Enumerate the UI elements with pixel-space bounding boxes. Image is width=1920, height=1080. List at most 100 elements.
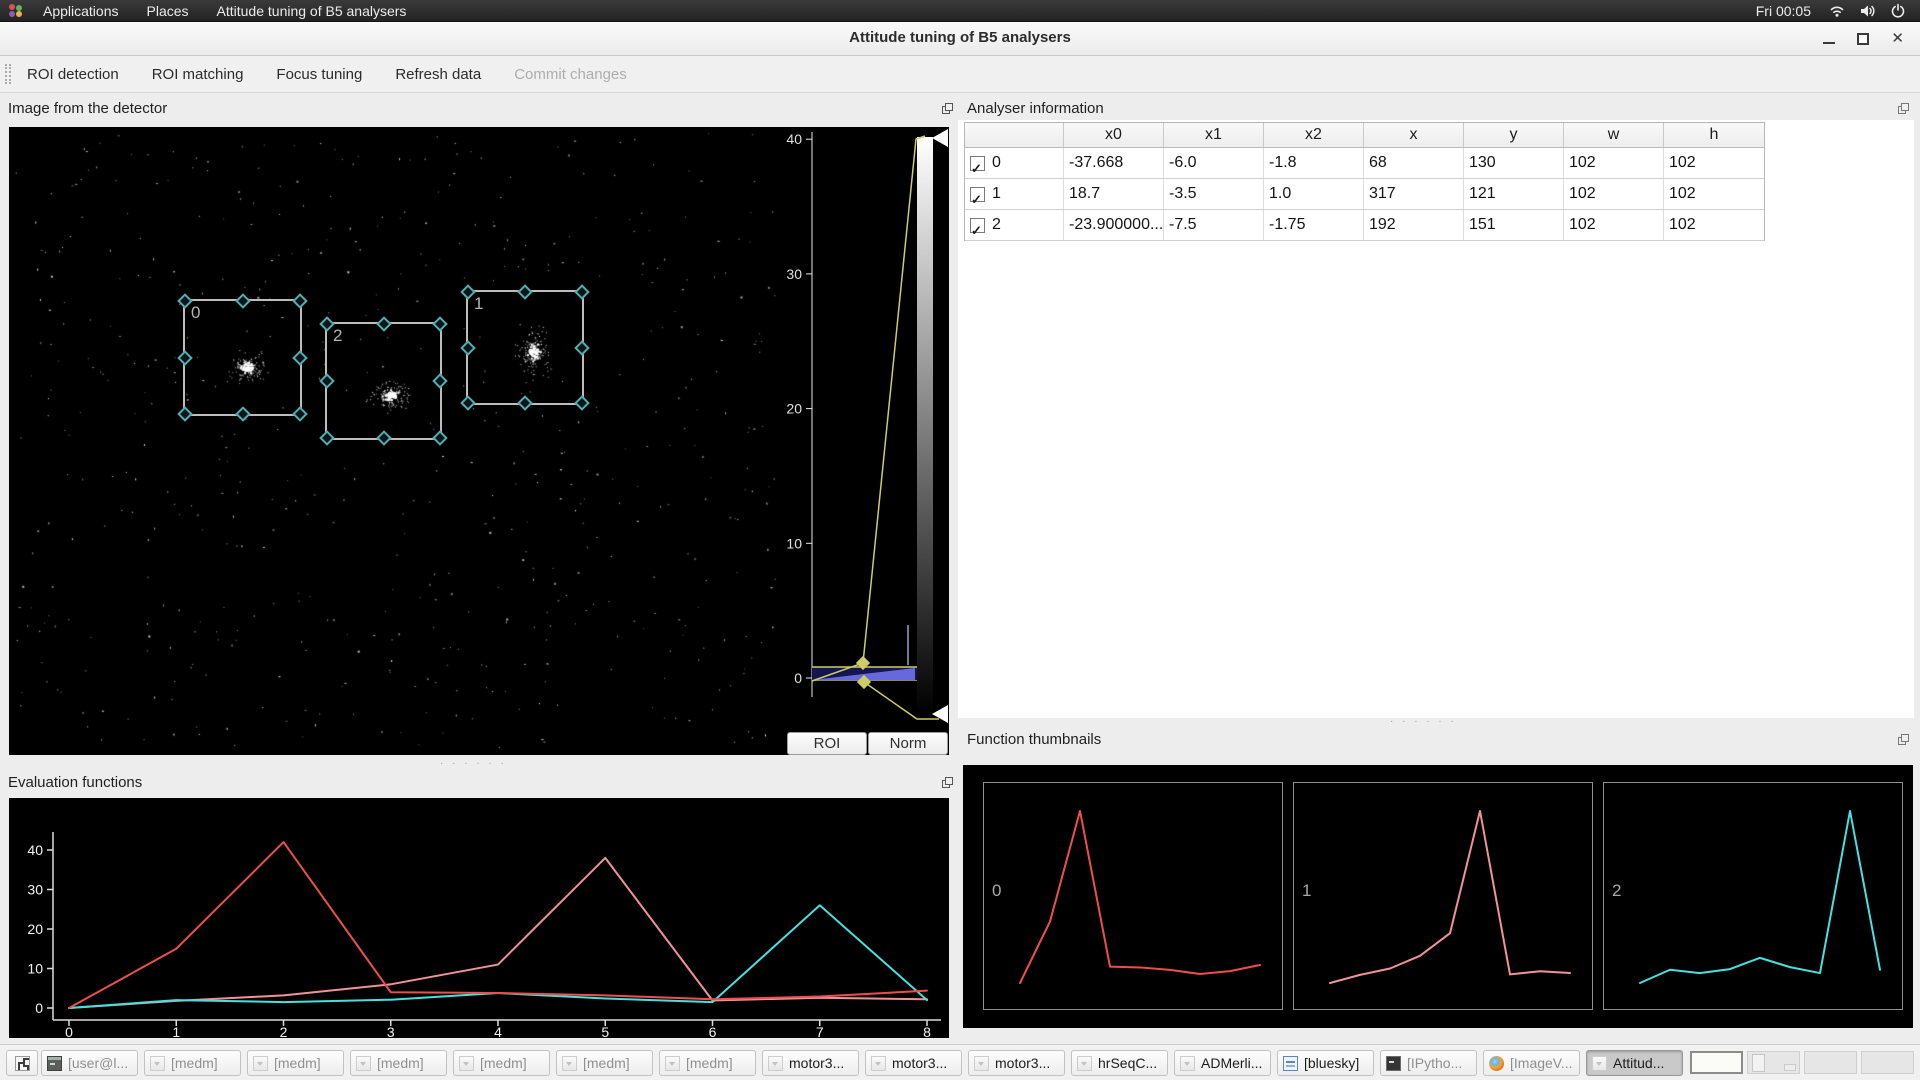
taskbar-item-motor3[interactable]: motor3... bbox=[865, 1050, 962, 1076]
menu-applications[interactable]: Applications bbox=[33, 0, 129, 22]
detector-image[interactable]: 010203040 021 ROI Norm bbox=[9, 127, 949, 755]
taskbar-item-motor3[interactable]: motor3... bbox=[762, 1050, 859, 1076]
window-icon bbox=[974, 1056, 989, 1071]
cell-x1[interactable]: -3.5 bbox=[1164, 179, 1264, 209]
column-header-x1[interactable]: x1 bbox=[1164, 123, 1264, 147]
cell-x0[interactable]: -23.900000... bbox=[1064, 210, 1164, 240]
minimize-button[interactable] bbox=[1823, 42, 1835, 44]
taskbar-item-hrseqc[interactable]: hrSeqC... bbox=[1071, 1050, 1168, 1076]
cell-y[interactable]: 121 bbox=[1464, 179, 1564, 209]
cell-x1[interactable]: -7.5 bbox=[1164, 210, 1264, 240]
column-header-y[interactable]: y bbox=[1464, 123, 1564, 147]
thumbnails-panel-float-icon[interactable] bbox=[1897, 733, 1910, 746]
column-header-x2[interactable]: x2 bbox=[1264, 123, 1364, 147]
cell-x[interactable]: 317 bbox=[1364, 179, 1464, 209]
show-windows-button[interactable] bbox=[6, 1050, 38, 1076]
analyser-table[interactable]: x0x1x2xywh0-37.668-6.0-1.868130102102118… bbox=[964, 122, 1765, 241]
toolbar-drag-handle[interactable] bbox=[5, 64, 11, 84]
taskbar-item-userl[interactable]: [user@l... bbox=[41, 1050, 138, 1076]
function-thumbnails[interactable]: 012 bbox=[963, 765, 1913, 1028]
analyser-panel-float-icon[interactable] bbox=[1897, 102, 1910, 115]
taskbar-item-admerli[interactable]: ADMerli... bbox=[1174, 1050, 1271, 1076]
cell-x0[interactable]: -37.668 bbox=[1064, 148, 1164, 178]
cell-w[interactable]: 102 bbox=[1564, 179, 1664, 209]
column-header-select[interactable] bbox=[965, 123, 1064, 147]
svg-text:8: 8 bbox=[923, 1024, 931, 1038]
norm-scale-button[interactable]: Norm bbox=[868, 732, 948, 755]
cell-x2[interactable]: 1.0 bbox=[1264, 179, 1364, 209]
menu-places[interactable]: Places bbox=[137, 0, 199, 22]
taskbar-item-medm[interactable]: [medm] bbox=[247, 1050, 344, 1076]
cell-x[interactable]: 68 bbox=[1364, 148, 1464, 178]
cell-x2[interactable]: -1.75 bbox=[1264, 210, 1364, 240]
cell-x2[interactable]: -1.8 bbox=[1264, 148, 1364, 178]
workspace-4[interactable] bbox=[1861, 1051, 1914, 1074]
taskbar-item-ipytho[interactable]: [IPytho... bbox=[1380, 1050, 1477, 1076]
cell-w[interactable]: 102 bbox=[1564, 148, 1664, 178]
window-icon bbox=[356, 1056, 371, 1071]
evaluation-panel-float-icon[interactable] bbox=[941, 776, 954, 789]
taskbar-item-medm[interactable]: [medm] bbox=[659, 1050, 756, 1076]
row-checkbox[interactable] bbox=[970, 218, 985, 233]
taskbar-item-medm[interactable]: [medm] bbox=[350, 1050, 447, 1076]
row-select-cell[interactable]: 0 bbox=[965, 148, 1064, 178]
power-icon[interactable] bbox=[1890, 3, 1906, 19]
workspace-3[interactable] bbox=[1804, 1051, 1857, 1074]
cell-h[interactable]: 102 bbox=[1664, 179, 1764, 209]
thumbnail-1[interactable]: 1 bbox=[1293, 782, 1593, 1010]
distro-logo-icon[interactable] bbox=[8, 3, 23, 18]
thumbnail-2[interactable]: 2 bbox=[1603, 782, 1903, 1010]
cell-x0[interactable]: 18.7 bbox=[1064, 179, 1164, 209]
table-row[interactable]: 118.7-3.51.0317121102102 bbox=[965, 179, 1764, 210]
row-checkbox[interactable] bbox=[970, 187, 985, 202]
evaluation-chart[interactable]: 010203040012345678 bbox=[9, 798, 949, 1038]
taskbar-item-medm[interactable]: [medm] bbox=[144, 1050, 241, 1076]
taskbar-item-label: [IPytho... bbox=[1407, 1055, 1462, 1071]
terminal-dark-icon bbox=[1386, 1056, 1401, 1071]
taskbar-item-medm[interactable]: [medm] bbox=[556, 1050, 653, 1076]
cell-h[interactable]: 102 bbox=[1664, 210, 1764, 240]
toolbar-item-refresh-data[interactable]: Refresh data bbox=[387, 62, 489, 87]
toolbar-item-focus-tuning[interactable]: Focus tuning bbox=[268, 62, 370, 87]
toolbar-item-roi-detection[interactable]: ROI detection bbox=[19, 62, 127, 87]
taskbar-item-motor3[interactable]: motor3... bbox=[968, 1050, 1065, 1076]
cell-y[interactable]: 151 bbox=[1464, 210, 1564, 240]
network-icon[interactable] bbox=[1829, 3, 1845, 19]
workspace-1[interactable] bbox=[1690, 1051, 1743, 1074]
roi-scale-button[interactable]: ROI bbox=[787, 732, 867, 755]
detector-panel-float-icon[interactable] bbox=[941, 102, 954, 115]
svg-text:6: 6 bbox=[709, 1024, 717, 1038]
cell-y[interactable]: 130 bbox=[1464, 148, 1564, 178]
table-row[interactable]: 0-37.668-6.0-1.868130102102 bbox=[965, 148, 1764, 179]
menu-active-app[interactable]: Attitude tuning of B5 analysers bbox=[207, 0, 417, 22]
cell-w[interactable]: 102 bbox=[1564, 210, 1664, 240]
clock[interactable]: Fri 00:05 bbox=[1756, 3, 1811, 19]
column-header-w[interactable]: w bbox=[1564, 123, 1664, 147]
cell-h[interactable]: 102 bbox=[1664, 148, 1764, 178]
column-header-x0[interactable]: x0 bbox=[1064, 123, 1164, 147]
cell-x1[interactable]: -6.0 bbox=[1164, 148, 1264, 178]
close-button[interactable]: ✕ bbox=[1891, 31, 1904, 46]
roi-box-2[interactable]: 2 bbox=[325, 322, 442, 440]
toolbar-item-roi-matching[interactable]: ROI matching bbox=[144, 62, 252, 87]
taskbar-item-attitud[interactable]: Attitud... bbox=[1586, 1050, 1683, 1076]
analyser-table-header: x0x1x2xywh bbox=[965, 123, 1764, 148]
taskbar-item-medm[interactable]: [medm] bbox=[453, 1050, 550, 1076]
workspace-2[interactable] bbox=[1747, 1051, 1800, 1074]
row-select-cell[interactable]: 2 bbox=[965, 210, 1064, 240]
roi-box-0[interactable]: 0 bbox=[183, 299, 302, 416]
taskbar-item-imagev[interactable]: [ImageV... bbox=[1483, 1050, 1580, 1076]
taskbar-item-bluesky[interactable]: [bluesky] bbox=[1277, 1050, 1374, 1076]
row-select-cell[interactable]: 1 bbox=[965, 179, 1064, 209]
row-checkbox[interactable] bbox=[970, 156, 985, 171]
roi-box-1[interactable]: 1 bbox=[466, 290, 584, 405]
table-row[interactable]: 2-23.900000...-7.5-1.75192151102102 bbox=[965, 210, 1764, 241]
column-header-x[interactable]: x bbox=[1364, 123, 1464, 147]
volume-icon[interactable] bbox=[1859, 3, 1876, 19]
horizontal-splitter-handle[interactable] bbox=[1390, 716, 1457, 727]
maximize-button[interactable] bbox=[1857, 33, 1869, 45]
thumbnail-0[interactable]: 0 bbox=[983, 782, 1283, 1010]
cell-x[interactable]: 192 bbox=[1364, 210, 1464, 240]
column-header-h[interactable]: h bbox=[1664, 123, 1764, 147]
bottom-splitter-handle[interactable] bbox=[440, 758, 507, 769]
